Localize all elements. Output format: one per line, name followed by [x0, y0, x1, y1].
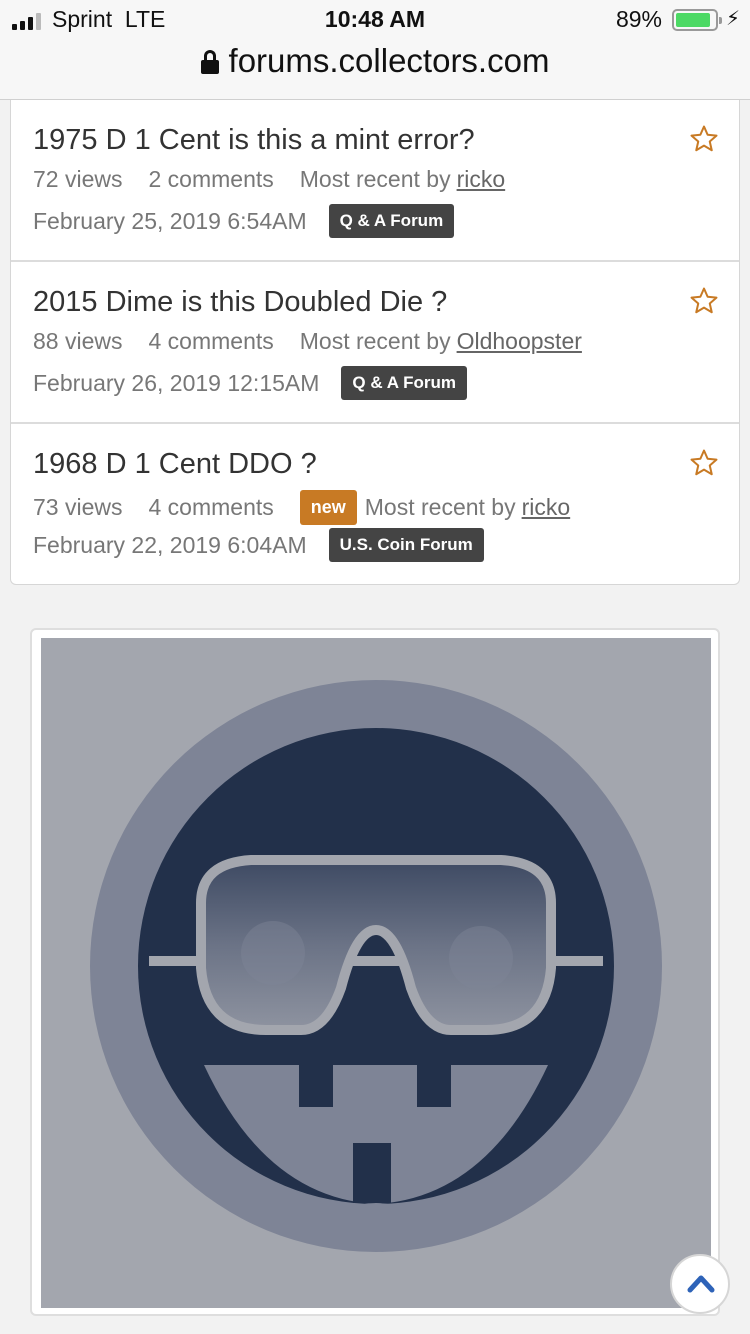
category-tag[interactable]: Q & A Forum — [328, 204, 455, 238]
discussion-date: February 26, 2019 12:15AM — [33, 369, 320, 396]
comment-count: 4 comments — [148, 328, 274, 354]
category-tag[interactable]: Q & A Forum — [341, 366, 467, 400]
avatar-card — [30, 628, 720, 1316]
chevron-up-icon — [687, 1275, 715, 1293]
most-recent-label: Most recent by — [364, 494, 516, 520]
star-outline-icon[interactable] — [689, 286, 719, 316]
star-outline-icon[interactable] — [689, 448, 719, 478]
discussion-title[interactable]: 1968 D 1 Cent DDO ? — [33, 448, 317, 481]
discussion-date-row: February 26, 2019 12:15AM Q & A Forum — [33, 366, 467, 400]
discussion-date-row: February 25, 2019 6:54AM Q & A Forum — [33, 204, 455, 238]
discussion-item[interactable]: 1968 D 1 Cent DDO ? 73 views 4 comments … — [11, 424, 739, 584]
author-link[interactable]: ricko — [457, 166, 506, 193]
discussion-meta: 73 views 4 comments new Most recent by r… — [33, 490, 570, 525]
discussion-item[interactable]: 1975 D 1 Cent is this a mint error? 72 v… — [11, 100, 739, 262]
battery-percent: 89% — [615, 6, 662, 32]
url-domain: forums.collectors.com — [228, 42, 550, 79]
view-count: 72 views — [33, 166, 123, 192]
discussion-list: 1975 D 1 Cent is this a mint error? 72 v… — [10, 100, 740, 585]
category-tag[interactable]: U.S. Coin Forum — [328, 528, 484, 562]
battery-icon — [672, 9, 722, 31]
most-recent-label: Most recent by — [299, 328, 451, 354]
comment-count: 2 comments — [148, 166, 274, 192]
browser-top-bar: Sprint LTE 10:48 AM 89% ⚡ forums.collect… — [0, 0, 750, 100]
discussion-item[interactable]: 2015 Dime is this Doubled Die ? 88 views… — [11, 262, 739, 424]
scroll-to-top-button[interactable] — [670, 1254, 730, 1314]
status-bar: Sprint LTE 10:48 AM 89% ⚡ — [0, 6, 750, 36]
discussion-title[interactable]: 2015 Dime is this Doubled Die ? — [33, 286, 447, 319]
discussion-date-row: February 22, 2019 6:04AM U.S. Coin Forum — [33, 528, 484, 562]
comment-count: 4 comments — [148, 494, 274, 520]
lock-icon — [200, 50, 219, 74]
star-outline-icon[interactable] — [689, 124, 719, 154]
author-link[interactable]: ricko — [522, 494, 571, 521]
most-recent-label: Most recent by — [299, 166, 451, 192]
discussion-meta: 88 views 4 comments Most recent by Oldho… — [33, 328, 582, 355]
author-link[interactable]: Oldhoopster — [457, 328, 582, 355]
discussion-meta: 72 views 2 comments Most recent by ricko — [33, 166, 505, 193]
url-bar[interactable]: forums.collectors.com — [0, 42, 750, 80]
view-count: 73 views — [33, 494, 123, 520]
bolt-icon: ⚡ — [725, 8, 740, 30]
view-count: 88 views — [33, 328, 123, 354]
discussion-date: February 25, 2019 6:54AM — [33, 207, 307, 234]
goggles-face-avatar — [41, 638, 711, 1308]
new-badge: new — [299, 490, 357, 525]
avatar-graphic — [41, 638, 711, 1308]
discussion-date: February 22, 2019 6:04AM — [33, 531, 307, 558]
discussion-title[interactable]: 1975 D 1 Cent is this a mint error? — [33, 124, 475, 157]
